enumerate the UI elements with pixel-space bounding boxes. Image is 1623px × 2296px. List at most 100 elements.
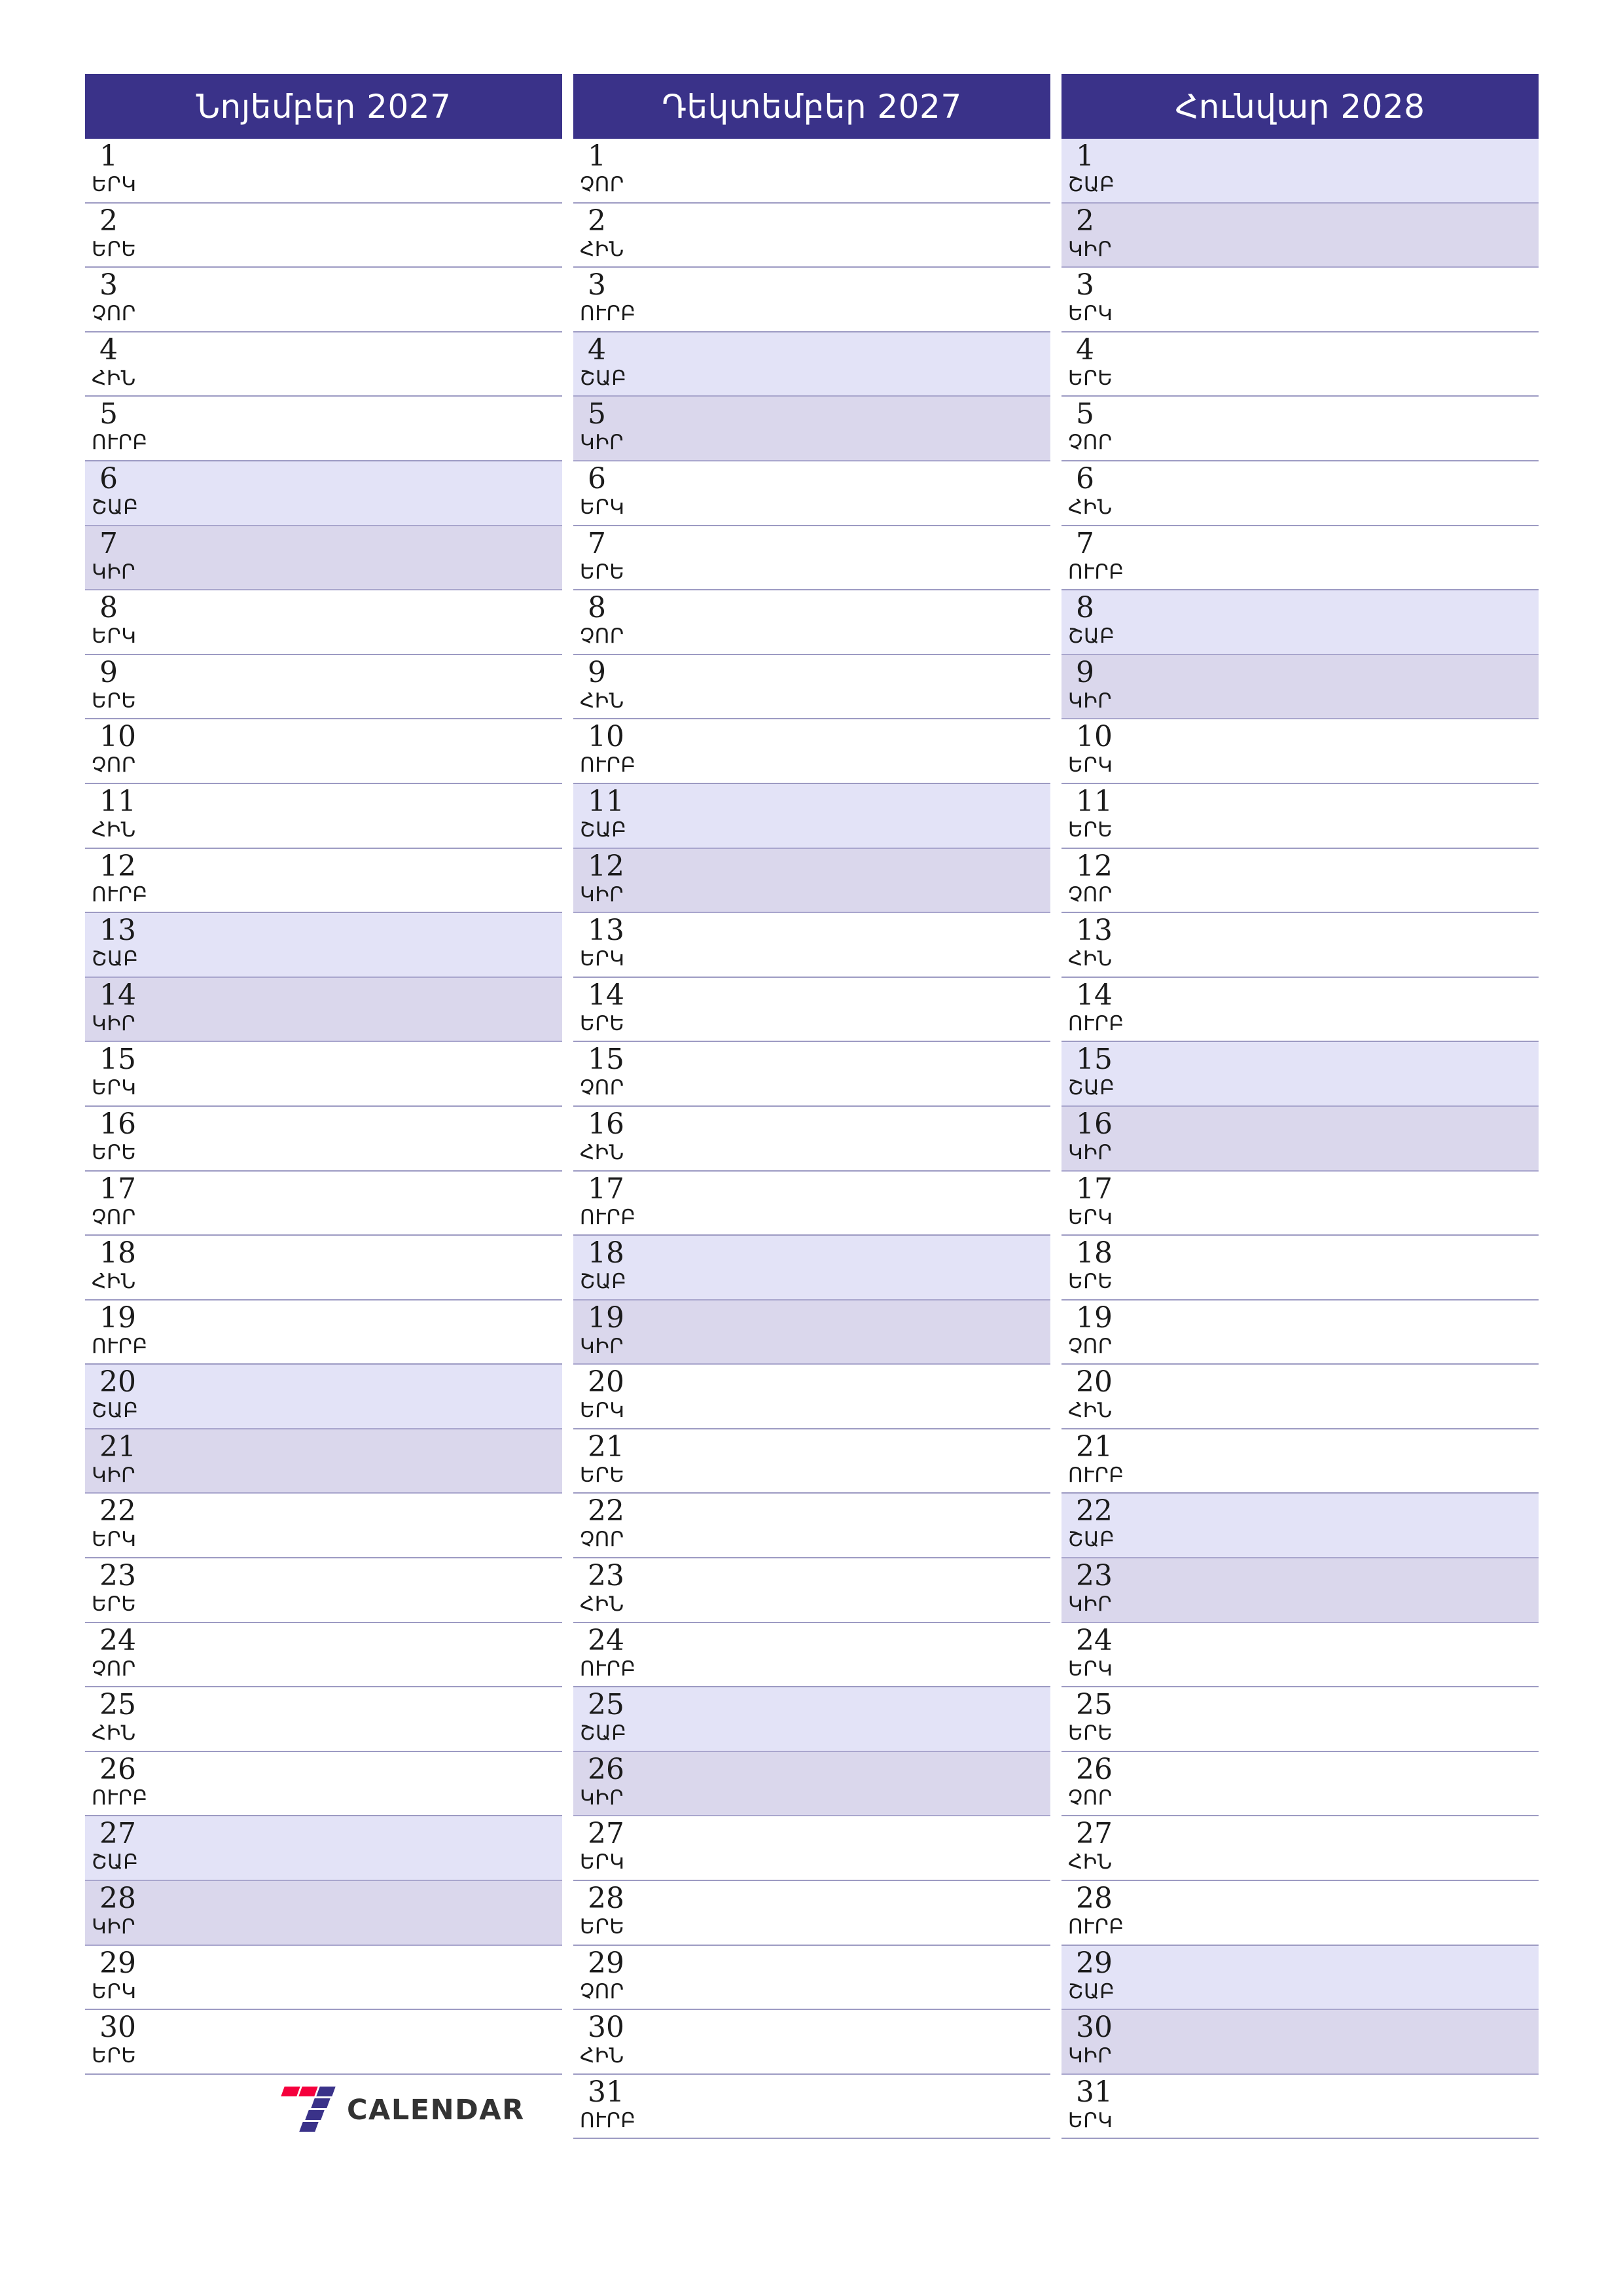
- day-row[interactable]: 7 ԵՐԵ: [573, 526, 1050, 591]
- day-row[interactable]: 19 ՉՈՐ: [1061, 1300, 1539, 1365]
- day-row[interactable]: 31 ԵՐԿ: [1061, 2074, 1539, 2140]
- day-row[interactable]: 15 ՇԱԲ: [1061, 1042, 1539, 1107]
- day-row[interactable]: 9 ԵՐԵ: [85, 655, 562, 720]
- day-row[interactable]: 2 ՀԻՆ: [573, 203, 1050, 268]
- day-row[interactable]: 27 ԵՐԿ: [573, 1816, 1050, 1882]
- day-row[interactable]: 6 ԵՐԿ: [573, 461, 1050, 526]
- day-row[interactable]: 21 ՈՒՐԲ: [1061, 1429, 1539, 1494]
- day-row[interactable]: 16 ԿԻՐ: [1061, 1106, 1539, 1172]
- day-row[interactable]: 11 ՀԻՆ: [85, 783, 562, 849]
- day-row[interactable]: 10 ՈՒՐԲ: [573, 719, 1050, 784]
- day-row[interactable]: 15 ԵՐԿ: [85, 1042, 562, 1107]
- brand-logo[interactable]: CALENDAR: [279, 2086, 525, 2134]
- day-row[interactable]: 13 ՇԱԲ: [85, 913, 562, 978]
- day-row[interactable]: 1 ՉՈՐ: [573, 139, 1050, 204]
- day-row[interactable]: 9 ՀԻՆ: [573, 655, 1050, 720]
- day-row[interactable]: 29 ՉՈՐ: [573, 1945, 1050, 2011]
- day-row[interactable]: 7 ԿԻՐ: [85, 526, 562, 591]
- day-row[interactable]: 2 ԵՐԵ: [85, 203, 562, 268]
- day-row[interactable]: 6 ՀԻՆ: [1061, 461, 1539, 526]
- weekday-abbreviation: ԵՐԿ: [1068, 302, 1113, 326]
- day-row[interactable]: 25 ՇԱԲ: [573, 1687, 1050, 1752]
- day-row[interactable]: 2 ԿԻՐ: [1061, 203, 1539, 268]
- day-row[interactable]: 12 ՈՒՐԲ: [85, 848, 562, 914]
- day-row[interactable]: 21 ԿԻՐ: [85, 1429, 562, 1494]
- day-row[interactable]: 9 ԿԻՐ: [1061, 655, 1539, 720]
- day-row[interactable]: 23 ԿԻՐ: [1061, 1558, 1539, 1623]
- day-row[interactable]: 26 ՈՒՐԲ: [85, 1751, 562, 1817]
- day-row[interactable]: 13 ԵՐԿ: [573, 913, 1050, 978]
- day-row[interactable]: 18 ԵՐԵ: [1061, 1236, 1539, 1300]
- day-row[interactable]: 14 ԿԻՐ: [85, 977, 562, 1043]
- day-row[interactable]: 17 ՉՈՐ: [85, 1171, 562, 1236]
- day-row[interactable]: 29 ԵՐԿ: [85, 1945, 562, 2011]
- day-row[interactable]: 24 ԵՐԿ: [1061, 1623, 1539, 1688]
- day-row[interactable]: 8 ՉՈՐ: [573, 590, 1050, 655]
- day-row[interactable]: 28 ԿԻՐ: [85, 1881, 562, 1946]
- day-row[interactable]: 5 ՉՈՐ: [1061, 397, 1539, 461]
- day-row[interactable]: 23 ՀԻՆ: [573, 1558, 1050, 1623]
- day-row[interactable]: 5 ԿԻՐ: [573, 397, 1050, 461]
- weekday-abbreviation: ԵՐԿ: [92, 624, 137, 649]
- day-row[interactable]: 17 ՈՒՐԲ: [573, 1171, 1050, 1236]
- day-row[interactable]: 18 ՇԱԲ: [573, 1236, 1050, 1300]
- day-row[interactable]: 8 ԵՐԿ: [85, 590, 562, 655]
- day-row[interactable]: 7 ՈՒՐԲ: [1061, 526, 1539, 591]
- day-row[interactable]: 30 ԿԻՐ: [1061, 2010, 1539, 2075]
- day-row[interactable]: 5 ՈՒՐԲ: [85, 397, 562, 461]
- day-row[interactable]: 6 ՇԱԲ: [85, 461, 562, 526]
- day-row[interactable]: 3 ՈՒՐԲ: [573, 268, 1050, 332]
- day-row[interactable]: 29 ՇԱԲ: [1061, 1945, 1539, 2011]
- day-row[interactable]: 24 ՉՈՐ: [85, 1623, 562, 1688]
- day-row[interactable]: 20 ԵՐԿ: [573, 1365, 1050, 1429]
- weekday-abbreviation: ՀԻՆ: [580, 689, 624, 713]
- day-number: 23: [588, 1559, 624, 1593]
- day-row[interactable]: 24 ՈՒՐԲ: [573, 1623, 1050, 1688]
- day-row[interactable]: 23 ԵՐԵ: [85, 1558, 562, 1623]
- day-row[interactable]: 19 ԿԻՐ: [573, 1300, 1050, 1365]
- day-row[interactable]: 10 ՉՈՐ: [85, 719, 562, 784]
- day-row[interactable]: 1 ԵՐԿ: [85, 139, 562, 204]
- day-row[interactable]: 25 ՀԻՆ: [85, 1687, 562, 1752]
- day-row[interactable]: 26 ՉՈՐ: [1061, 1751, 1539, 1817]
- day-number: 30: [1076, 2011, 1113, 2045]
- day-row[interactable]: 16 ՀԻՆ: [573, 1106, 1050, 1172]
- day-row[interactable]: 20 ՀԻՆ: [1061, 1365, 1539, 1429]
- day-row[interactable]: 30 ԵՐԵ: [85, 2010, 562, 2075]
- day-row[interactable]: 20 ՇԱԲ: [85, 1365, 562, 1429]
- day-row[interactable]: 4 ՀԻՆ: [85, 332, 562, 397]
- day-row[interactable]: 4 ՇԱԲ: [573, 332, 1050, 397]
- day-row[interactable]: 22 ՇԱԲ: [1061, 1494, 1539, 1559]
- day-row[interactable]: 31 ՈՒՐԲ: [573, 2074, 1050, 2140]
- day-row[interactable]: 4 ԵՐԵ: [1061, 332, 1539, 397]
- day-row[interactable]: 12 ՉՈՐ: [1061, 848, 1539, 914]
- day-row[interactable]: 1 ՇԱԲ: [1061, 139, 1539, 204]
- day-row[interactable]: 14 ՈՒՐԲ: [1061, 977, 1539, 1043]
- day-row[interactable]: 8 ՇԱԲ: [1061, 590, 1539, 655]
- day-row[interactable]: 17 ԵՐԿ: [1061, 1171, 1539, 1236]
- day-row[interactable]: 3 ՉՈՐ: [85, 268, 562, 332]
- day-row[interactable]: 10 ԵՐԿ: [1061, 719, 1539, 784]
- day-row[interactable]: 27 ՀԻՆ: [1061, 1816, 1539, 1882]
- day-row[interactable]: 25 ԵՐԵ: [1061, 1687, 1539, 1752]
- day-row[interactable]: 19 ՈՒՐԲ: [85, 1300, 562, 1365]
- day-row[interactable]: 14 ԵՐԵ: [573, 977, 1050, 1043]
- day-number: 28: [588, 1882, 624, 1916]
- day-row[interactable]: 18 ՀԻՆ: [85, 1236, 562, 1300]
- day-row[interactable]: 22 ԵՐԿ: [85, 1494, 562, 1559]
- day-row[interactable]: 28 ՈՒՐԲ: [1061, 1881, 1539, 1946]
- day-row[interactable]: 28 ԵՐԵ: [573, 1881, 1050, 1946]
- day-row[interactable]: 21 ԵՐԵ: [573, 1429, 1050, 1494]
- day-row[interactable]: 30 ՀԻՆ: [573, 2010, 1050, 2075]
- day-row[interactable]: 13 ՀԻՆ: [1061, 913, 1539, 978]
- day-row[interactable]: 26 ԿԻՐ: [573, 1751, 1050, 1817]
- day-row[interactable]: 11 ԵՐԵ: [1061, 783, 1539, 849]
- day-row[interactable]: 27 ՇԱԲ: [85, 1816, 562, 1882]
- day-row[interactable]: 15 ՉՈՐ: [573, 1042, 1050, 1107]
- day-row[interactable]: 11 ՇԱԲ: [573, 783, 1050, 849]
- weekday-abbreviation: ՀԻՆ: [580, 1140, 624, 1164]
- day-row[interactable]: 3 ԵՐԿ: [1061, 268, 1539, 332]
- day-row[interactable]: 22 ՉՈՐ: [573, 1494, 1050, 1559]
- day-row[interactable]: 16 ԵՐԵ: [85, 1106, 562, 1172]
- day-row[interactable]: 12 ԿԻՐ: [573, 848, 1050, 914]
